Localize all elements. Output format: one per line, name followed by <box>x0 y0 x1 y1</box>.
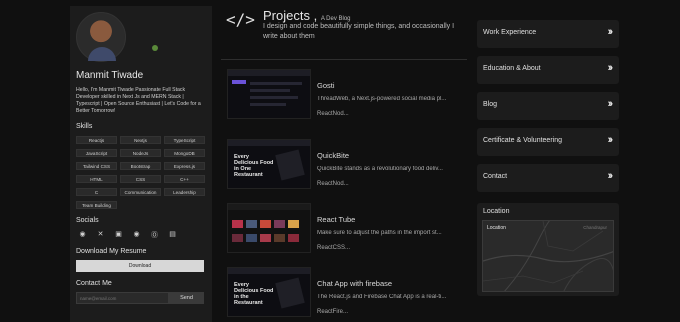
project-description: ThreadWeb, a Next.js-powered social medi… <box>317 96 447 102</box>
skill-chip: Express.js <box>164 162 205 170</box>
skills-heading: Skills <box>76 123 93 130</box>
project-thumbnail[interactable] <box>227 203 311 253</box>
avatar <box>76 12 126 62</box>
skill-chip: Leadership <box>164 188 205 196</box>
double-chevron-right-icon: ›› <box>607 134 614 146</box>
skill-chip: NodeJs <box>120 149 161 157</box>
nav-label: Education & About <box>483 65 541 72</box>
social-links: ◉ ✕ ▣ ◉ Ⓞ ▤ <box>76 230 206 240</box>
skill-chip: Team Building <box>76 201 117 209</box>
project-description: The React.js and Firebase Chat App is a … <box>317 294 447 300</box>
stats-icon[interactable]: ▤ <box>168 230 177 240</box>
double-chevron-right-icon: ›› <box>607 170 614 182</box>
project-tags: ReactNod... <box>317 111 349 117</box>
project-card-quickbite[interactable]: Every Delicious Food in One Restaurant Q… <box>227 139 467 189</box>
email-input[interactable] <box>76 292 169 304</box>
project-tags: ReactNod... <box>317 181 349 187</box>
double-chevron-right-icon: ›› <box>607 62 614 74</box>
nav-label: Blog <box>483 101 498 108</box>
skill-chip: Bootstrap <box>120 162 161 170</box>
project-thumbnail[interactable] <box>227 69 311 119</box>
map-city: Chandrapur <box>583 225 607 230</box>
location-heading: Location <box>483 208 510 215</box>
skill-chip: Tailwind CSS <box>76 162 117 170</box>
map-roads <box>483 221 613 291</box>
nav-work-experience[interactable]: Work Experience ›› <box>477 20 619 48</box>
code-icon: </> <box>226 10 255 29</box>
skill-chip: TypeScript <box>164 136 205 144</box>
nav-label: Work Experience <box>483 29 537 36</box>
projects-description: I design and code beautifully simple thi… <box>263 23 455 40</box>
project-title: React Tube <box>317 215 356 224</box>
page-title: Projects , A Dev Blog <box>263 8 351 23</box>
map-label: Location <box>487 225 506 231</box>
skill-chip: MongoDB <box>164 149 205 157</box>
skill-chip: JavaScript <box>76 149 117 157</box>
nav-certificate-volunteering[interactable]: Certificate & Volunteering ›› <box>477 128 619 156</box>
project-tags: ReactCSS... <box>317 245 351 251</box>
socials-heading: Socials <box>76 217 99 224</box>
nav-contact[interactable]: Contact ›› <box>477 164 619 192</box>
skill-chip: Communication <box>120 188 161 196</box>
instagram-icon[interactable]: ◉ <box>132 230 141 240</box>
profile-bio: Hello, I'm Manmit Tiwade Passionate Full… <box>76 87 201 114</box>
project-thumbnail[interactable]: Every Delicious Food in One Restaurant <box>227 139 311 189</box>
project-description: QuickBite stands as a revolutionary food… <box>317 166 443 172</box>
project-title: Gosti <box>317 81 335 90</box>
github-icon[interactable]: ◉ <box>78 230 87 240</box>
skill-chip: HTML <box>76 175 117 183</box>
project-description: Make sure to adjust the paths in the imp… <box>317 230 442 236</box>
project-title: Chat App with firebase <box>317 279 393 288</box>
project-card-chat-app[interactable]: Every Delicious Food in the Restaurant C… <box>227 267 467 317</box>
send-button[interactable]: Send <box>169 292 204 304</box>
x-icon[interactable]: ✕ <box>96 230 105 240</box>
nav-blog[interactable]: Blog ›› <box>477 92 619 120</box>
contact-form: Send <box>76 292 206 304</box>
double-chevron-right-icon: ›› <box>607 98 614 110</box>
skill-chip: Reactjs <box>76 136 117 144</box>
profile-name: Manmit Tiwade <box>76 70 144 81</box>
nav-label: Certificate & Volunteering <box>483 137 562 144</box>
project-tags: ReactFire... <box>317 309 349 315</box>
linkedin-icon[interactable]: ▣ <box>114 230 123 240</box>
divider <box>221 59 467 60</box>
download-resume-button[interactable]: Download <box>76 260 204 272</box>
nav-education-about[interactable]: Education & About ›› <box>477 56 619 84</box>
project-thumbnail[interactable]: Every Delicious Food in the Restaurant <box>227 267 311 317</box>
skill-chip: C <box>76 188 117 196</box>
project-card-gosti[interactable]: Gosti ThreadWeb, a Next.js-powered socia… <box>227 69 467 119</box>
resume-heading: Download My Resume <box>76 248 147 255</box>
skill-chip: CSS <box>120 175 161 183</box>
skill-chip: Nextjs <box>120 136 161 144</box>
projects-title: Projects , <box>263 8 318 23</box>
location-panel: Location Location Chandrapur <box>477 203 619 296</box>
location-map[interactable]: Location Chandrapur <box>482 220 614 292</box>
contact-heading: Contact Me <box>76 280 112 287</box>
skills-grid: Reactjs Nextjs TypeScript JavaScript NodeJs M… <box>76 136 206 209</box>
profile-panel: Manmit Tiwade Hello, I'm Manmit Tiwade P… <box>70 6 212 322</box>
online-status-dot <box>152 45 158 51</box>
project-title: QuickBite <box>317 151 350 160</box>
double-chevron-right-icon: ›› <box>607 26 614 38</box>
project-card-react-tube[interactable]: React Tube Make sure to adjust the paths… <box>227 203 467 253</box>
thumb-heading: Every Delicious Food in One Restaurant <box>234 154 274 178</box>
facebook-icon[interactable]: Ⓞ <box>150 230 159 240</box>
skill-chip: C++ <box>164 175 205 183</box>
nav-label: Contact <box>483 173 508 180</box>
thumb-heading: Every Delicious Food in the Restaurant <box>234 282 274 306</box>
